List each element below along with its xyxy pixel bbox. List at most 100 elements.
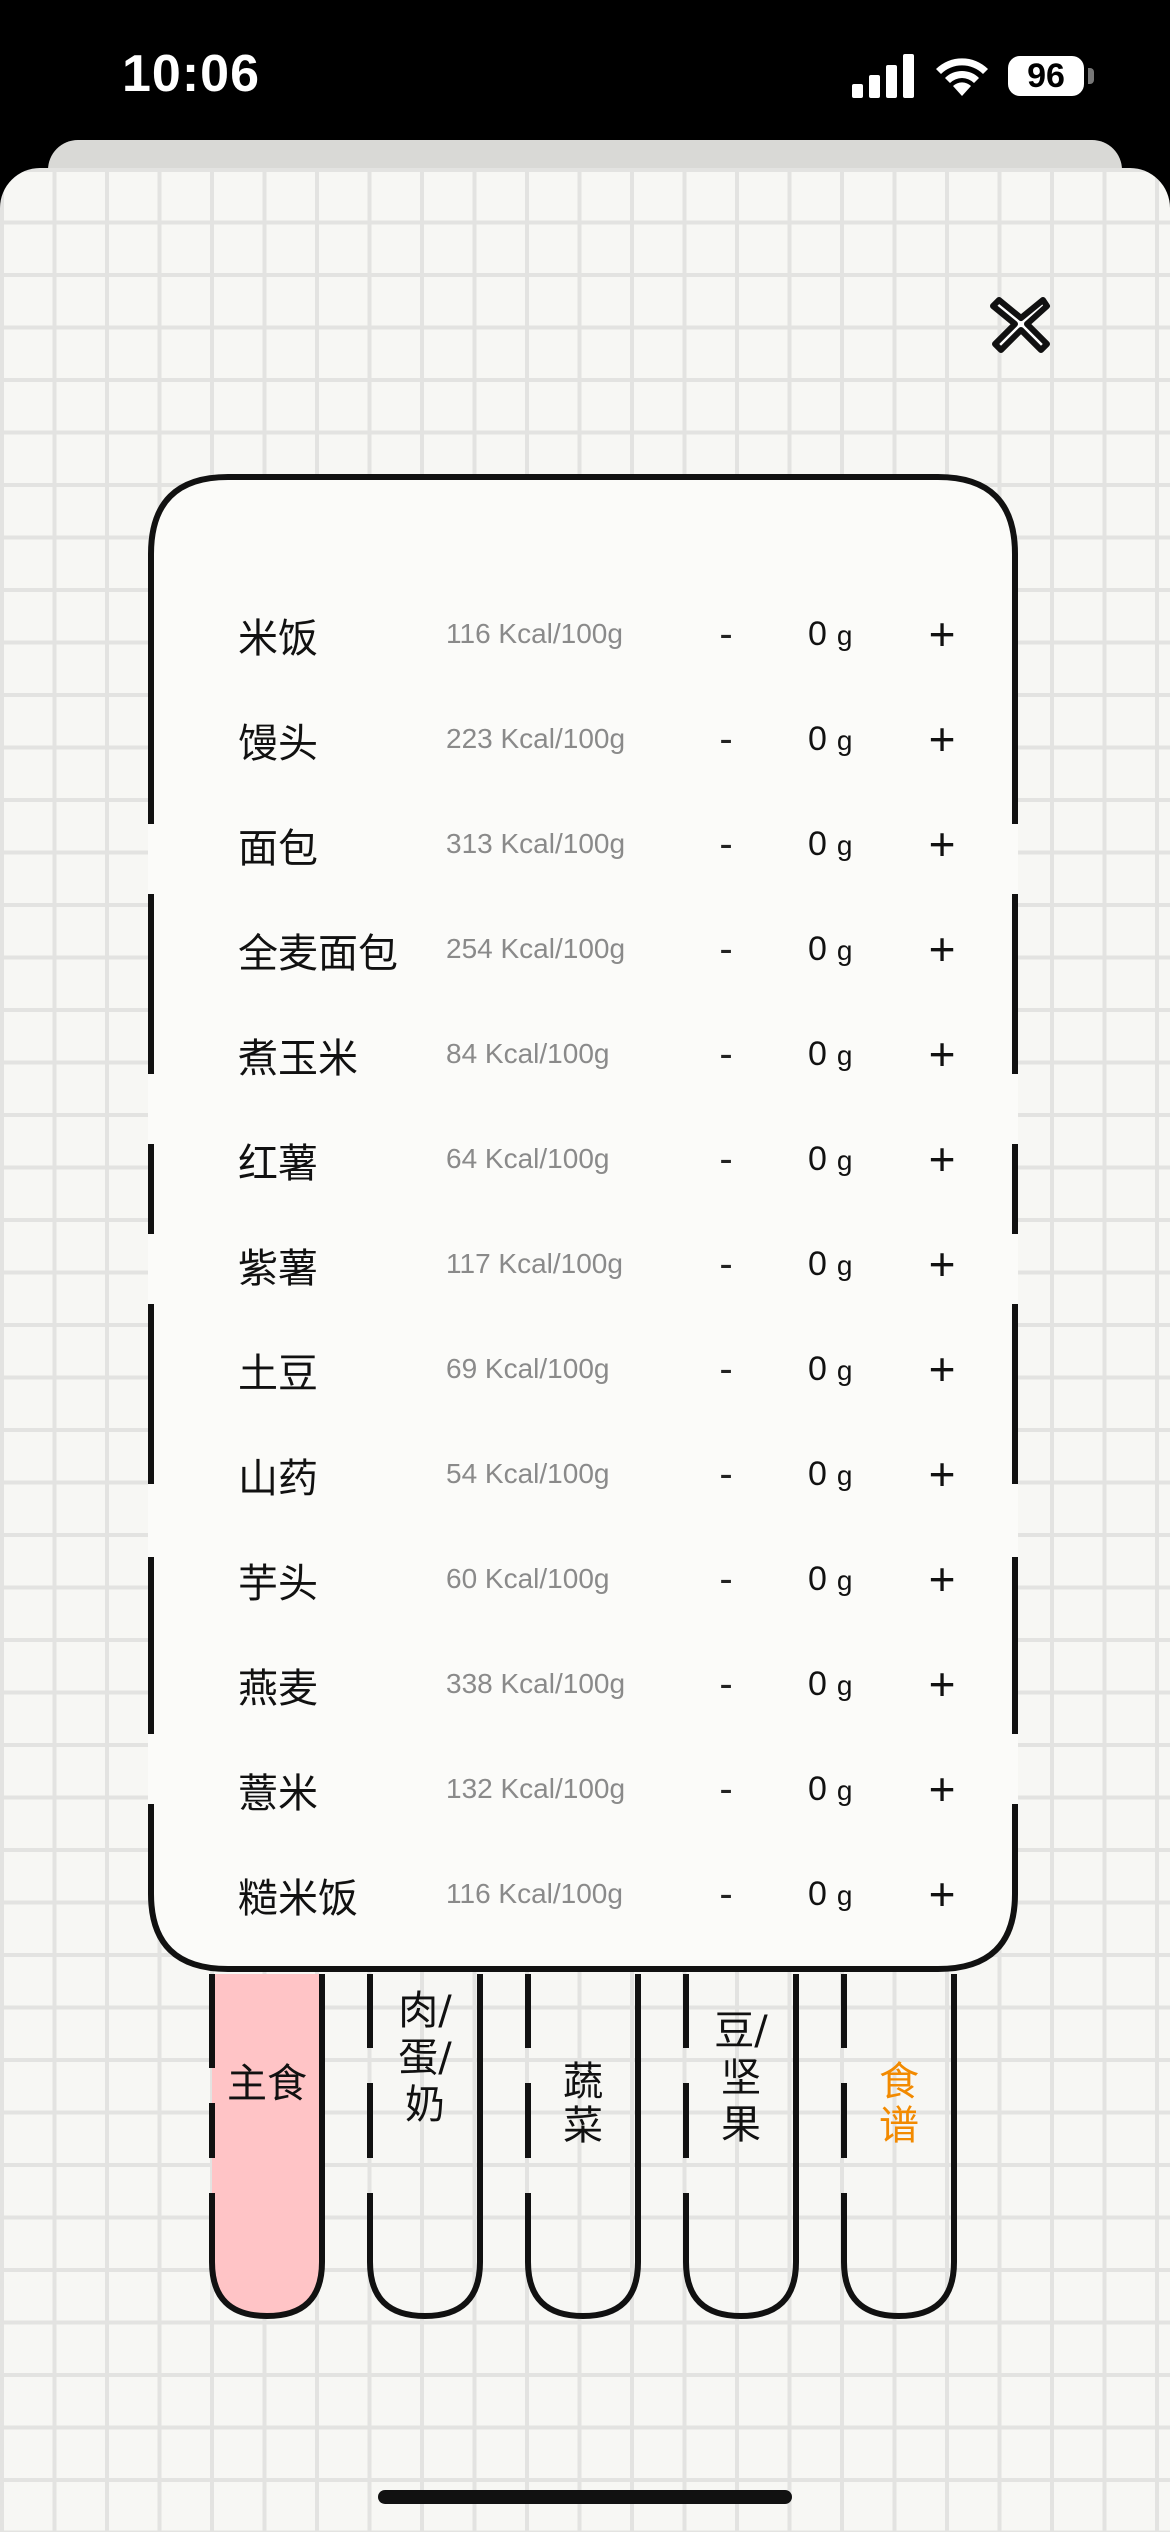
decrease-button[interactable]: -	[708, 816, 744, 872]
food-row: 红薯 64 Kcal/100g - 0g +	[148, 1121, 1018, 1201]
food-kcal: 116 Kcal/100g	[446, 1878, 623, 1909]
increase-button[interactable]: +	[918, 709, 966, 769]
food-name: 馒头	[238, 721, 318, 767]
increase-button[interactable]: +	[918, 1234, 966, 1294]
tab-recipes[interactable]: 食谱	[844, 1974, 954, 2250]
food-name: 面包	[238, 826, 318, 872]
decrease-button[interactable]: -	[708, 711, 744, 767]
increase-button[interactable]: +	[918, 1024, 966, 1084]
food-name: 燕麦	[238, 1666, 318, 1712]
cellular-signal-icon	[852, 54, 914, 98]
food-row: 馒头 223 Kcal/100g - 0g +	[148, 701, 1018, 781]
decrease-button[interactable]: -	[708, 921, 744, 977]
quantity-number: 0	[808, 1665, 827, 1703]
food-kcal: 60 Kcal/100g	[446, 1563, 610, 1594]
quantity-number: 0	[808, 1140, 827, 1178]
food-name: 薏米	[238, 1771, 318, 1817]
quantity-number: 0	[808, 720, 827, 758]
status-bar: 10:06 96	[0, 0, 1170, 160]
quantity-unit: g	[836, 1250, 853, 1281]
quantity-unit: g	[836, 1145, 853, 1176]
food-row: 燕麦 338 Kcal/100g - 0g +	[148, 1646, 1018, 1726]
food-kcal: 313 Kcal/100g	[446, 828, 626, 859]
tab-label: 肉/蛋/奶	[398, 1988, 452, 2128]
decrease-button[interactable]: -	[708, 1761, 744, 1817]
food-name: 芋头	[238, 1561, 318, 1607]
quantity-unit: g	[836, 725, 853, 756]
decrease-button[interactable]: -	[708, 1551, 744, 1607]
quantity-unit: g	[836, 830, 853, 861]
food-row: 山药 54 Kcal/100g - 0g +	[148, 1436, 1018, 1516]
increase-button[interactable]: +	[918, 1549, 966, 1609]
increase-button[interactable]: +	[918, 1444, 966, 1504]
quantity-value: 0g	[808, 711, 878, 767]
home-indicator[interactable]	[378, 2490, 792, 2504]
decrease-button[interactable]: -	[708, 1341, 744, 1397]
tab-label: 主食	[227, 2061, 307, 2107]
food-kcal: 64 Kcal/100g	[446, 1143, 610, 1174]
increase-button[interactable]: +	[918, 1864, 966, 1924]
quantity-value: 0g	[808, 1236, 878, 1292]
decrease-button[interactable]: -	[708, 606, 744, 662]
increase-button[interactable]: +	[918, 1339, 966, 1399]
quantity-unit: g	[836, 1565, 853, 1596]
food-kcal: 54 Kcal/100g	[446, 1458, 610, 1489]
quantity-value: 0g	[808, 1446, 878, 1502]
quantity-value: 0g	[808, 606, 878, 662]
food-kcal: 84 Kcal/100g	[446, 1038, 610, 1069]
food-name: 红薯	[238, 1141, 318, 1187]
decrease-button[interactable]: -	[708, 1131, 744, 1187]
status-time: 10:06	[122, 45, 260, 103]
decrease-button[interactable]: -	[708, 1656, 744, 1712]
food-name: 全麦面包	[238, 931, 398, 977]
decrease-button[interactable]: -	[708, 1446, 744, 1502]
quantity-number: 0	[808, 1875, 827, 1913]
food-kcal: 338 Kcal/100g	[446, 1668, 626, 1699]
increase-button[interactable]: +	[918, 814, 966, 874]
food-row: 薏米 132 Kcal/100g - 0g +	[148, 1751, 1018, 1831]
tab-vegetables[interactable]: 蔬菜	[528, 1974, 638, 2250]
increase-button[interactable]: +	[918, 1129, 966, 1189]
food-sheet: 米饭 116 Kcal/100g - 0g + 馒头 223 Kcal/100g…	[0, 168, 1170, 2532]
increase-button[interactable]: +	[918, 1654, 966, 1714]
quantity-number: 0	[808, 930, 827, 968]
increase-button[interactable]: +	[918, 1759, 966, 1819]
quantity-value: 0g	[808, 921, 878, 977]
close-icon[interactable]	[985, 288, 1057, 360]
food-name: 土豆	[238, 1351, 318, 1397]
quantity-unit: g	[836, 1880, 853, 1911]
wifi-icon	[936, 58, 988, 96]
quantity-value: 0g	[808, 1866, 878, 1922]
quantity-value: 0g	[808, 1026, 878, 1082]
food-name: 米饭	[238, 616, 318, 662]
quantity-unit: g	[836, 1670, 853, 1701]
decrease-button[interactable]: -	[708, 1866, 744, 1922]
tab-label: 食谱	[879, 2059, 919, 2149]
food-name: 糙米饭	[238, 1876, 358, 1922]
food-name: 紫薯	[238, 1246, 318, 1292]
tab-beans-nuts[interactable]: 豆/坚果	[686, 1974, 796, 2250]
quantity-value: 0g	[808, 816, 878, 872]
food-row: 芋头 60 Kcal/100g - 0g +	[148, 1541, 1018, 1621]
increase-button[interactable]: +	[918, 919, 966, 979]
quantity-value: 0g	[808, 1656, 878, 1712]
food-row: 煮玉米 84 Kcal/100g - 0g +	[148, 1016, 1018, 1096]
quantity-value: 0g	[808, 1341, 878, 1397]
quantity-number: 0	[808, 1350, 827, 1388]
decrease-button[interactable]: -	[708, 1026, 744, 1082]
tab-label: 蔬菜	[563, 2059, 603, 2149]
tab-meat-egg-milk[interactable]: 肉/蛋/奶	[370, 1974, 480, 2250]
quantity-unit: g	[836, 1355, 853, 1386]
food-name: 煮玉米	[238, 1036, 358, 1082]
quantity-number: 0	[808, 1245, 827, 1283]
food-name: 山药	[238, 1456, 318, 1502]
quantity-value: 0g	[808, 1761, 878, 1817]
battery-tip	[1088, 68, 1094, 84]
increase-button[interactable]: +	[918, 604, 966, 664]
tab-staple[interactable]: 主食	[212, 1974, 322, 2250]
quantity-unit: g	[836, 935, 853, 966]
decrease-button[interactable]: -	[708, 1236, 744, 1292]
food-row: 土豆 69 Kcal/100g - 0g +	[148, 1331, 1018, 1411]
food-kcal: 117 Kcal/100g	[446, 1248, 623, 1279]
quantity-number: 0	[808, 825, 827, 863]
